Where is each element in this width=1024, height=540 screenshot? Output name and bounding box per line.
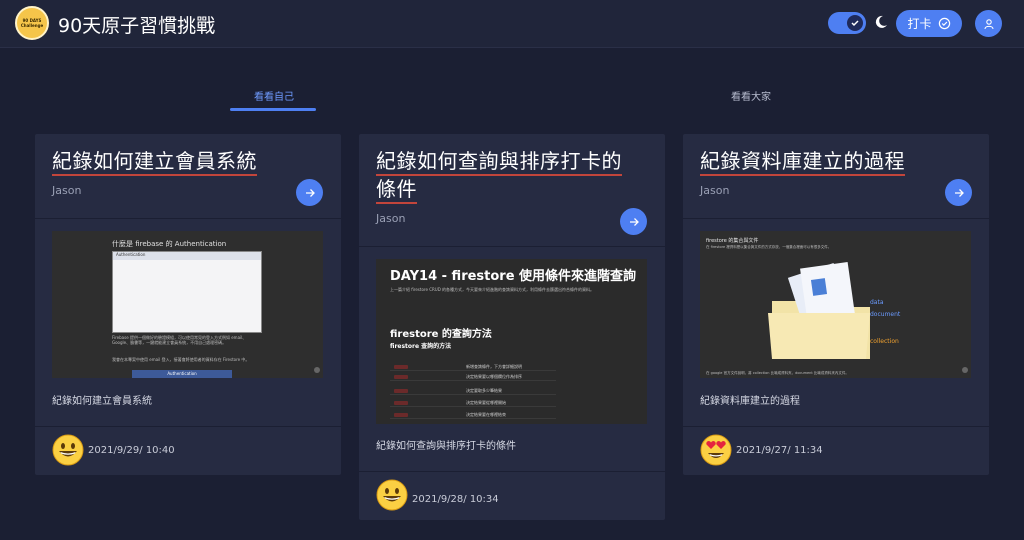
thumbnail-table-cell: 新增查詢條件，下方會詳細說明 — [466, 364, 522, 369]
card-description: 紀錄如何建立會員系統 — [52, 396, 152, 407]
thumbnail-window-title: Authentication — [116, 252, 146, 257]
post-thumbnail[interactable]: 什麼是 firebase 的 Authentication Authentica… — [52, 231, 323, 378]
dark-mode-toggle[interactable] — [828, 12, 866, 34]
card-footer: 2021/9/28/ 10:34 — [359, 471, 665, 520]
thumbnail-indicator — [314, 367, 320, 373]
tab-everyone[interactable]: 看看大家 — [731, 88, 771, 103]
thumbnail-paragraph: 在 firestore 裡資料是以集合與文件的方式存放，一個集合裡面可以有很多文… — [706, 245, 832, 249]
checkin-button[interactable]: 打卡 — [896, 10, 962, 37]
thumbnail-subheading: firestore 的查詢方法 — [390, 329, 492, 340]
card-author: Jason — [52, 184, 82, 197]
card-description: 紀錄資料庫建立的過程 — [700, 396, 800, 407]
card-author: Jason — [376, 212, 406, 225]
folder-document-illustration — [768, 261, 870, 359]
thumbnail-heading: 什麼是 firebase 的 Authentication — [112, 240, 227, 248]
post-thumbnail[interactable]: firestore 的集合與文件 在 firestore 裡資料是以集合與文件的… — [700, 231, 971, 378]
logo-text-line2: Challenge — [20, 23, 44, 28]
navbar: 90 DAYS Challenge 90天原子習慣挑戰 打卡 — [0, 0, 1024, 48]
thumbnail-table-cell: 決定結果要從哪裡開始 — [466, 400, 506, 405]
thumbnail-table-row: 新增查詢條件，下方會詳細說明 — [390, 363, 556, 371]
card-author: Jason — [700, 184, 730, 197]
post-thumbnail[interactable]: DAY14 - firestore 使用條件來進階查詢 上一篇介紹 firest… — [376, 259, 647, 424]
arrow-right-icon — [629, 217, 639, 226]
tab-self[interactable]: 看看自己 — [254, 88, 294, 103]
arrow-right-icon — [954, 188, 964, 197]
heart-eyes-face-icon — [700, 434, 732, 466]
thumbnail-table-row: 決定要取多少筆結果 — [390, 387, 556, 395]
thumbnail-table-tag — [394, 389, 408, 393]
thumbnail-indicator — [962, 367, 968, 373]
thumbnail-table-row: 決定結果要在哪裡結束 — [390, 411, 556, 419]
thumbnail-table-row: 決定結果要從哪裡開始 — [390, 399, 556, 407]
card-header: 紀錄如何建立會員系統 Jason — [35, 134, 341, 219]
arrow-right-icon — [305, 188, 315, 197]
thumbnail-heading: firestore 的集合與文件 — [706, 238, 759, 244]
diagram-label-document: document — [870, 311, 901, 318]
thumbnail-table-row: 決定結果要以哪個欄位作為排序 — [390, 373, 556, 381]
thumbnail-screenshot: Authentication — [112, 251, 262, 333]
thumbnail-paragraph: Firebase 提供一個做好的驗證模組，可以使用常見的登入方式例如 email… — [112, 335, 247, 345]
thumbnail-table-tag — [394, 375, 408, 379]
check-circle-icon — [938, 17, 950, 30]
card-header: 紀錄資料庫建立的過程 Jason — [683, 134, 989, 219]
thumbnail-footer-text: 在 google 官方文件說明，將 collection 比喻成資料夾，docu… — [706, 371, 849, 375]
diagram-label-collection: collection — [870, 338, 899, 345]
thumbnail-bottom-bar: Authentication — [132, 370, 232, 378]
card-title[interactable]: 紀錄如何查詢與排序打卡的 條件 — [376, 147, 622, 203]
post-timestamp: 2021/9/27/ 11:34 — [736, 445, 823, 456]
open-post-button[interactable] — [620, 208, 647, 235]
post-timestamp: 2021/9/29/ 10:40 — [88, 445, 175, 456]
thumbnail-table-cell: 決定結果要在哪裡結束 — [466, 412, 506, 417]
card-title[interactable]: 紀錄如何建立會員系統 — [52, 147, 257, 175]
thumbnail-table-tag — [394, 401, 408, 405]
open-post-button[interactable] — [945, 179, 972, 206]
thumbnail-paragraph-2: 我會在本專案中使用 email 登入，接著會將使用者的資料存在 Firestor… — [112, 357, 250, 362]
thumbnail-table-cell: 決定結果要以哪個欄位作為排序 — [466, 374, 522, 379]
app-logo[interactable]: 90 DAYS Challenge — [15, 6, 49, 40]
thumbnail-paragraph: 上一篇介紹 firestore CRUD 的各種方式，今天要來介紹進階的查詢資料… — [390, 287, 595, 292]
check-icon — [847, 15, 863, 31]
thumbnail-window-bar: Authentication — [113, 252, 261, 260]
diagram-label-data: data — [870, 299, 884, 306]
user-icon — [983, 18, 994, 29]
checkin-button-label: 打卡 — [907, 17, 932, 31]
moon-icon — [875, 15, 887, 28]
post-timestamp: 2021/9/28/ 10:34 — [412, 494, 499, 505]
thumbnail-table-cell: 決定要取多少筆結果 — [466, 388, 502, 393]
thumbnail-heading: DAY14 - firestore 使用條件來進階查詢 — [390, 269, 637, 284]
thumbnail-bottom-label: Authentication — [167, 371, 197, 376]
user-account-button[interactable] — [975, 10, 1002, 37]
post-card[interactable]: 紀錄如何查詢與排序打卡的 條件 Jason DAY14 - firestore … — [359, 134, 665, 520]
card-footer: 2021/9/27/ 11:34 — [683, 426, 989, 475]
card-description: 紀錄如何查詢與排序打卡的條件 — [376, 441, 516, 452]
app-title: 90天原子習慣挑戰 — [58, 15, 216, 37]
thumbnail-table-tag — [394, 365, 408, 369]
active-tab-indicator — [230, 108, 316, 111]
card-footer: 2021/9/29/ 10:40 — [35, 426, 341, 475]
grinning-face-icon — [52, 434, 84, 466]
card-header: 紀錄如何查詢與排序打卡的 條件 Jason — [359, 134, 665, 247]
grinning-face-icon — [376, 479, 408, 511]
card-title[interactable]: 紀錄資料庫建立的過程 — [700, 147, 905, 175]
open-post-button[interactable] — [296, 179, 323, 206]
post-card[interactable]: 紀錄如何建立會員系統 Jason 什麼是 firebase 的 Authenti… — [35, 134, 341, 475]
thumbnail-table-tag — [394, 413, 408, 417]
thumbnail-subheading-2: firestore 查詢的方法 — [390, 343, 452, 350]
post-card[interactable]: 紀錄資料庫建立的過程 Jason firestore 的集合與文件 在 fire… — [683, 134, 989, 475]
